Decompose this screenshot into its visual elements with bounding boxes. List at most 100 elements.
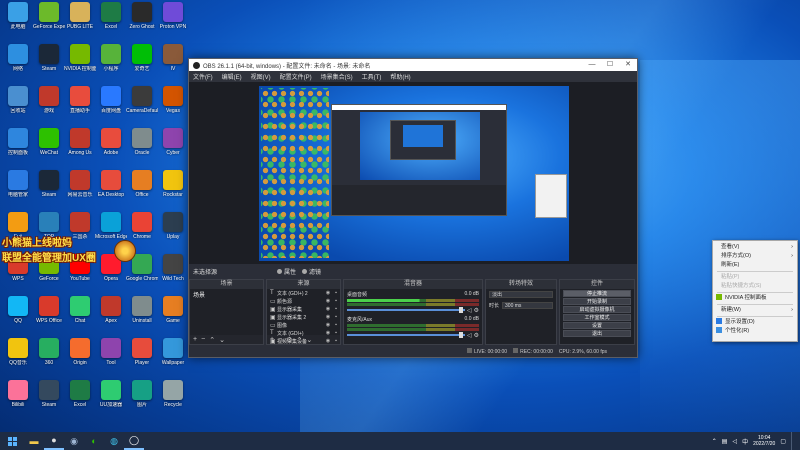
- desktop-icon[interactable]: Apex: [95, 296, 127, 336]
- desktop-icon[interactable]: Player: [126, 338, 158, 378]
- desktop-icon[interactable]: 图片: [126, 380, 158, 420]
- add-icon[interactable]: +: [193, 336, 197, 343]
- title-bar[interactable]: OBS 26.1.1 (64-bit, windows) - 配置文件: 未命名…: [189, 59, 637, 71]
- notification-icon[interactable]: ▢: [780, 438, 786, 445]
- desktop-icon[interactable]: Oracle: [126, 128, 158, 168]
- desktop-icon[interactable]: 爱奇艺: [126, 44, 158, 84]
- lock-icon[interactable]: ▪: [332, 298, 340, 304]
- context-menu-item[interactable]: NVIDIA 控制面板: [713, 294, 797, 303]
- eye-icon[interactable]: ◉: [324, 290, 332, 296]
- volume-slider[interactable]: [347, 332, 465, 338]
- desktop-icon[interactable]: Uplay: [157, 212, 189, 252]
- lock-icon[interactable]: ▪: [332, 322, 340, 328]
- desktop-icon[interactable]: 控制面板: [2, 128, 34, 168]
- gear-icon[interactable]: ⚙: [474, 332, 479, 339]
- desktop-icon[interactable]: UU加速器: [95, 380, 127, 420]
- menu-item[interactable]: 文件(F): [193, 72, 213, 81]
- wechat-icon[interactable]: ◐: [84, 432, 104, 450]
- desktop-icon[interactable]: 游戏: [33, 86, 65, 126]
- eye-icon[interactable]: ◉: [324, 306, 332, 312]
- duration-field[interactable]: 300 ms: [502, 302, 553, 309]
- close-icon[interactable]: ✕: [619, 59, 637, 71]
- filters-button[interactable]: 滤镜: [302, 267, 321, 276]
- obs-icon[interactable]: ●: [44, 432, 64, 450]
- gear-icon[interactable]: ⚙: [286, 336, 292, 344]
- desktop-icon[interactable]: NVIDIA 控制面板: [64, 44, 96, 84]
- lock-icon[interactable]: ▪: [332, 314, 340, 320]
- gear-icon[interactable]: ⚙: [474, 307, 479, 314]
- desktop-icon[interactable]: Recycle: [157, 380, 189, 420]
- desktop-icon[interactable]: Cyber: [157, 128, 189, 168]
- desktop-icon[interactable]: 百度网盘: [95, 86, 127, 126]
- menu-item[interactable]: 视图(V): [251, 72, 271, 81]
- desktop-icon[interactable]: QQ音乐: [2, 338, 34, 378]
- scene-item[interactable]: 场景: [190, 289, 263, 300]
- steam-icon[interactable]: ◉: [64, 432, 84, 450]
- context-menu-item[interactable]: 粘贴快捷方式(S): [713, 282, 797, 291]
- context-menu-item[interactable]: 查看(V) ›: [713, 243, 797, 252]
- desktop-icon[interactable]: 电脑管家: [2, 170, 34, 210]
- desktop-icon[interactable]: GeForce Experience: [33, 2, 65, 42]
- desktop-icon[interactable]: Steam: [33, 380, 65, 420]
- slider-handle[interactable]: [458, 332, 463, 338]
- context-menu-item[interactable]: 个性化(R): [713, 327, 797, 336]
- control-button[interactable]: 设置: [563, 322, 631, 329]
- desktop-icon[interactable]: Chat: [64, 296, 96, 336]
- control-button[interactable]: 开始录制: [563, 298, 631, 305]
- edge-icon[interactable]: ◍: [104, 432, 124, 450]
- context-menu-item[interactable]: 刷新(E): [713, 261, 797, 270]
- desktop-icon[interactable]: QQ: [2, 296, 34, 336]
- network-icon[interactable]: ▤: [722, 438, 728, 445]
- obs-window[interactable]: OBS 26.1.1 (64-bit, windows) - 配置文件: 未命名…: [188, 58, 638, 358]
- chevron-down-icon[interactable]: ⌄: [219, 336, 225, 344]
- show-desktop-button[interactable]: [791, 432, 794, 450]
- menu-item[interactable]: 帮助(H): [390, 72, 410, 81]
- chevron-up-icon[interactable]: ⌃: [209, 336, 215, 344]
- preview-canvas[interactable]: [189, 82, 637, 264]
- desktop-icon[interactable]: 小程序: [95, 44, 127, 84]
- desktop-icon[interactable]: Steam: [33, 170, 65, 210]
- desktop-icon[interactable]: Wallpaper: [157, 338, 189, 378]
- speaker-icon[interactable]: ◁: [467, 307, 472, 314]
- control-button[interactable]: 工作室模式: [563, 314, 631, 321]
- volume-icon[interactable]: ◁: [732, 438, 737, 445]
- desktop-icon[interactable]: Vegas: [157, 86, 189, 126]
- menu-item[interactable]: 工具(T): [362, 72, 382, 81]
- source-item[interactable]: T 文本 (GDI+) 2 ◉ ▪: [267, 289, 340, 297]
- desktop-icon[interactable]: Game: [157, 296, 189, 336]
- menu-item[interactable]: 配置文件(P): [280, 72, 312, 81]
- scene-list[interactable]: 场景: [190, 289, 263, 335]
- eye-icon[interactable]: ◉: [324, 314, 332, 320]
- desktop-icon[interactable]: Steam: [33, 44, 65, 84]
- desktop-icon[interactable]: Bilibili: [2, 380, 34, 420]
- speaker-icon[interactable]: ◁: [467, 332, 472, 339]
- source-item[interactable]: ▭ 颜色源 ◉ ▪: [267, 297, 340, 305]
- lock-icon[interactable]: ▪: [332, 290, 340, 296]
- desktop-icon[interactable]: WPS Office: [33, 296, 65, 336]
- desktop-icon[interactable]: 网络: [2, 44, 34, 84]
- eye-icon[interactable]: ◉: [324, 298, 332, 304]
- control-button[interactable]: 退出: [563, 330, 631, 337]
- maximize-icon[interactable]: ☐: [601, 59, 619, 71]
- volume-slider[interactable]: [347, 307, 465, 313]
- clock[interactable]: 10:04 2022/7/20: [753, 435, 775, 447]
- chevron-up-icon[interactable]: ⌃: [712, 438, 717, 445]
- desktop-icon[interactable]: Office: [126, 170, 158, 210]
- menu-item[interactable]: 编辑(E): [222, 72, 242, 81]
- desktop-icon[interactable]: Among Us: [64, 128, 96, 168]
- eye-icon[interactable]: ◉: [324, 322, 332, 328]
- context-menu-item[interactable]: 粘贴(P): [713, 273, 797, 282]
- desktop-icon[interactable]: 此电脑: [2, 2, 34, 42]
- desktop-icon[interactable]: 直播助手: [64, 86, 96, 126]
- file-explorer-icon[interactable]: ▬: [24, 432, 44, 450]
- add-icon[interactable]: +: [270, 336, 274, 343]
- desktop-icon[interactable]: Excel: [64, 380, 96, 420]
- remove-icon[interactable]: −: [278, 336, 282, 343]
- context-menu-item[interactable]: 新建(W) ›: [713, 306, 797, 315]
- desktop-icon[interactable]: IV: [157, 44, 189, 84]
- transition-select[interactable]: 淡出: [489, 291, 553, 298]
- desktop-icon[interactable]: CameraDefault: [126, 86, 158, 126]
- start-button[interactable]: [0, 432, 24, 450]
- properties-button[interactable]: 属性: [277, 267, 296, 276]
- minimize-icon[interactable]: —: [583, 59, 601, 71]
